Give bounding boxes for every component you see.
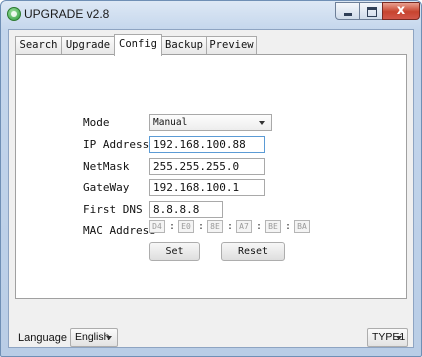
netmask-input[interactable]: 255.255.255.0 (149, 158, 265, 175)
chevron-down-icon (396, 336, 402, 340)
close-icon: x (396, 3, 406, 18)
tab-preview[interactable]: Preview (206, 36, 257, 55)
ip-address-input[interactable]: 192.168.100.88 (149, 136, 265, 153)
gateway-input[interactable]: 192.168.100.1 (149, 179, 265, 196)
client-area: Search Upgrade Config Backup Preview Mod… (8, 29, 414, 348)
mac-part-1[interactable]: D4 (149, 220, 165, 233)
app-window: UPGRADE v2.8 x Search Upgrade Config Bac… (0, 0, 422, 357)
mac-part-5[interactable]: BE (265, 220, 281, 233)
close-button[interactable]: x (382, 2, 420, 20)
type-select[interactable]: TYPE1 (367, 328, 408, 347)
mode-label: Mode (83, 116, 110, 129)
gateway-label: GateWay (83, 181, 130, 194)
reset-button[interactable]: Reset (221, 242, 285, 261)
mac-separator: : (168, 221, 176, 232)
title-bar[interactable]: UPGRADE v2.8 x (1, 1, 421, 29)
mac-part-3[interactable]: 8E (207, 220, 223, 233)
netmask-label: NetMask (83, 160, 130, 173)
window-title: UPGRADE v2.8 (24, 7, 110, 21)
first-dns-label: First DNS (83, 203, 143, 216)
language-select[interactable]: English (70, 328, 118, 347)
mode-value: Manual (153, 117, 188, 128)
mac-part-4[interactable]: A7 (236, 220, 252, 233)
ip-address-label: IP Address (83, 138, 150, 151)
mac-separator: : (226, 221, 234, 232)
mac-part-6[interactable]: BA (294, 220, 310, 233)
mac-address-label: MAC Address (83, 224, 156, 237)
language-label: Language (18, 332, 67, 344)
mac-part-2[interactable]: E0 (178, 220, 194, 233)
app-icon (7, 7, 21, 21)
mac-separator: : (255, 221, 263, 232)
tab-config[interactable]: Config (114, 34, 162, 56)
tab-upgrade[interactable]: Upgrade (61, 36, 115, 55)
maximize-button[interactable] (359, 2, 383, 20)
first-dns-input[interactable]: 8.8.8.8 (149, 201, 223, 218)
set-button[interactable]: Set (149, 242, 200, 261)
minimize-button[interactable] (335, 2, 360, 20)
chevron-down-icon (259, 121, 265, 125)
config-panel (15, 54, 407, 299)
tab-backup[interactable]: Backup (161, 36, 207, 55)
tab-search[interactable]: Search (15, 36, 62, 55)
language-value: English (75, 331, 110, 343)
mac-separator: : (197, 221, 205, 232)
mode-select[interactable]: Manual (149, 114, 272, 131)
mac-separator: : (284, 221, 292, 232)
chevron-down-icon (106, 336, 112, 340)
